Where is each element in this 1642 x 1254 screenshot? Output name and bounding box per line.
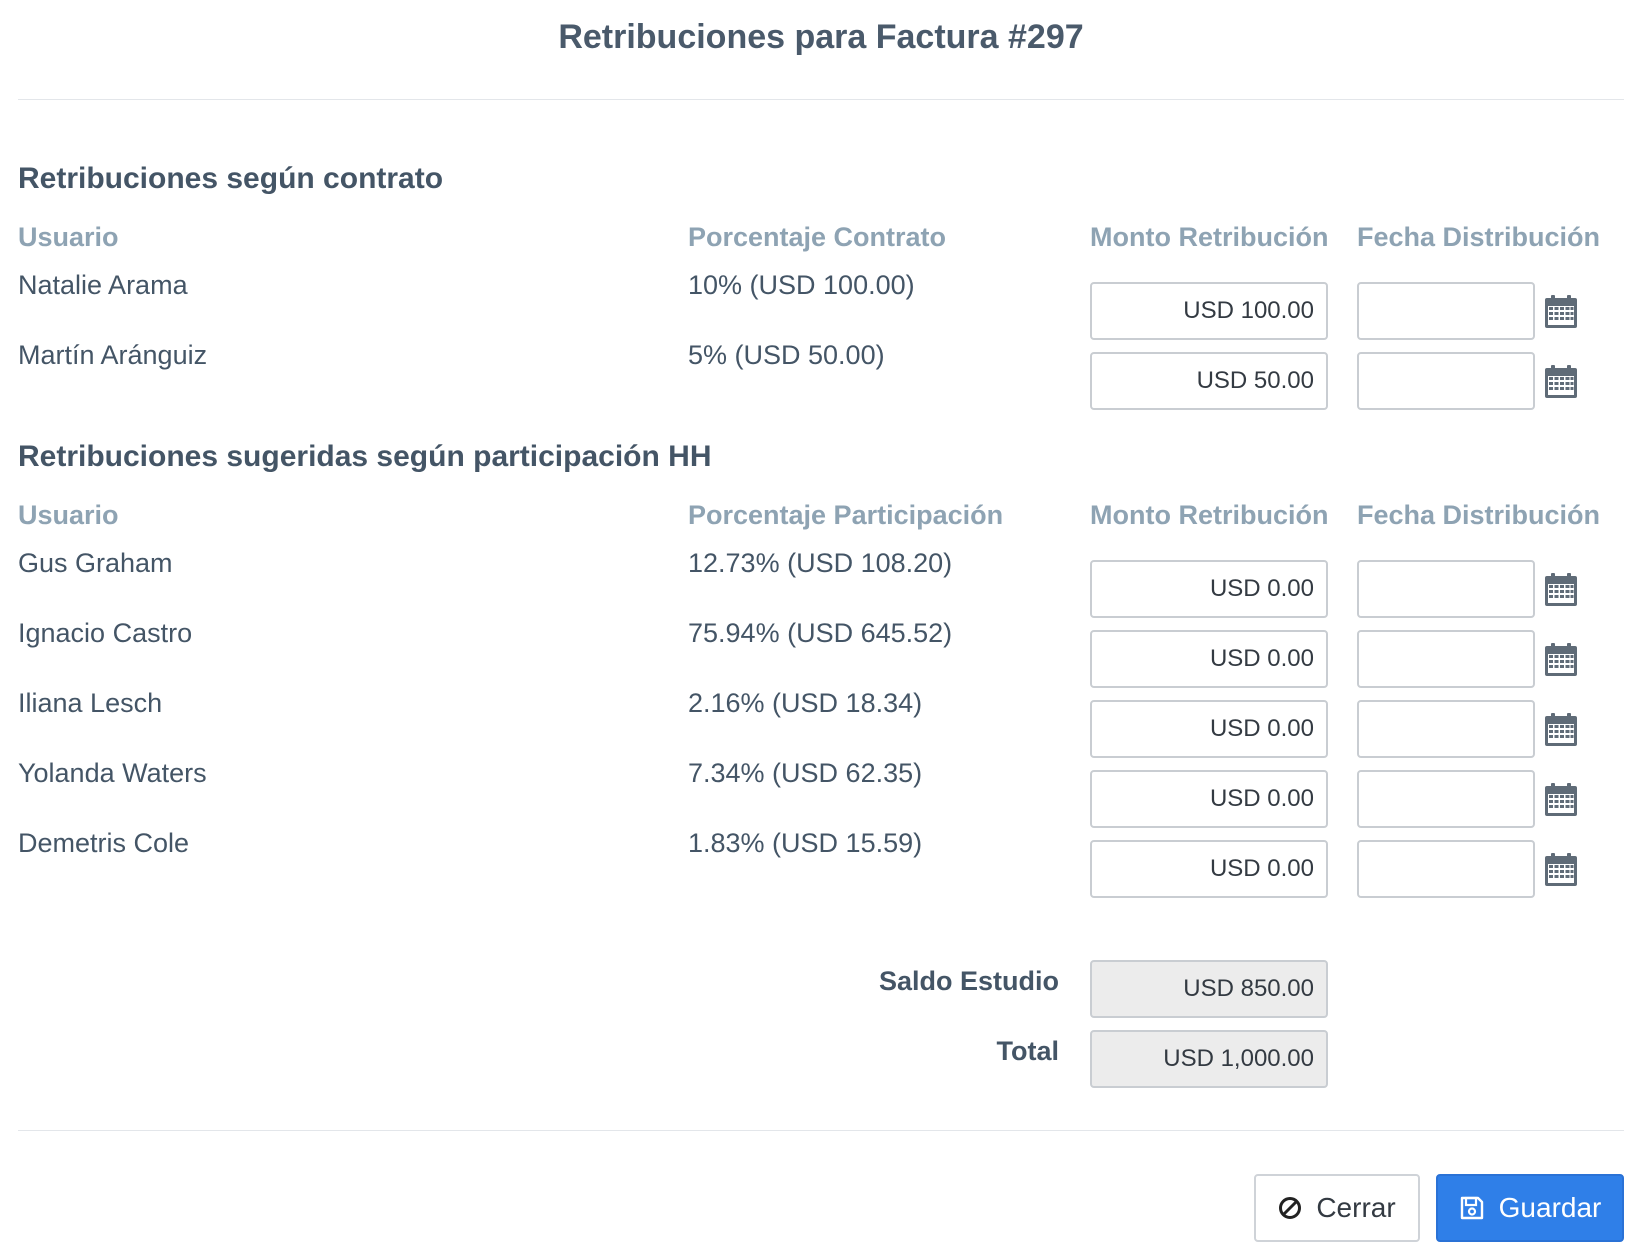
modal-title: Retribuciones para Factura #297 xyxy=(558,18,1084,56)
total-value-field xyxy=(1090,1030,1328,1088)
close-button-label: Cerrar xyxy=(1316,1192,1396,1223)
contract-row-percent: 5% (USD 50.00) xyxy=(688,340,885,370)
participation-header-date: Fecha Distribución xyxy=(1357,500,1601,530)
participation-row-percent: 1.83% (USD 15.59) xyxy=(688,828,923,858)
participation-row-amount-input[interactable] xyxy=(1090,840,1328,898)
calendar-icon[interactable] xyxy=(1544,853,1578,887)
participation-row-date-input[interactable] xyxy=(1357,630,1535,688)
participation-row-percent: 2.16% (USD 18.34) xyxy=(688,688,923,718)
participation-row-user: Iliana Lesch xyxy=(18,688,163,718)
contract-header-date: Fecha Distribución xyxy=(1357,222,1601,252)
calendar-icon[interactable] xyxy=(1544,713,1578,747)
participation-header-user: Usuario xyxy=(18,500,119,530)
participation-row-percent: 7.34% (USD 62.35) xyxy=(688,758,923,788)
participation-row-user: Gus Graham xyxy=(18,548,173,578)
balance-value-field xyxy=(1090,960,1328,1018)
footer-divider xyxy=(18,1130,1624,1131)
participation-row-date-input[interactable] xyxy=(1357,700,1535,758)
contract-header-user: Usuario xyxy=(18,222,119,252)
total-label: Total xyxy=(996,1036,1060,1066)
participation-row-user: Demetris Cole xyxy=(18,828,190,858)
contract-row-amount-input[interactable] xyxy=(1090,282,1328,340)
participation-row-percent: 75.94% (USD 645.52) xyxy=(688,618,953,648)
close-button[interactable]: Cerrar xyxy=(1254,1174,1420,1242)
participation-row-amount-input[interactable] xyxy=(1090,700,1328,758)
calendar-icon[interactable] xyxy=(1544,643,1578,677)
contract-row-user: Natalie Arama xyxy=(18,270,188,300)
participation-row-date-input[interactable] xyxy=(1357,770,1535,828)
contract-row-amount-input[interactable] xyxy=(1090,352,1328,410)
contract-row-date-input[interactable] xyxy=(1357,352,1535,410)
participation-section-title: Retribuciones sugeridas según participac… xyxy=(18,440,712,473)
contract-row-user: Martín Aránguiz xyxy=(18,340,208,370)
contract-header-amount: Monto Retribución xyxy=(1090,222,1329,252)
calendar-icon[interactable] xyxy=(1544,783,1578,817)
balance-label: Saldo Estudio xyxy=(878,966,1059,996)
calendar-icon[interactable] xyxy=(1544,295,1578,329)
floppy-disk-icon xyxy=(1460,1196,1483,1220)
participation-header-percent: Porcentaje Participación xyxy=(688,500,1004,530)
save-button-label: Guardar xyxy=(1498,1192,1602,1223)
contract-row-date-input[interactable] xyxy=(1357,282,1535,340)
participation-row-amount-input[interactable] xyxy=(1090,630,1328,688)
calendar-icon[interactable] xyxy=(1544,573,1578,607)
header-divider xyxy=(18,99,1624,100)
participation-header-amount: Monto Retribución xyxy=(1090,500,1329,530)
ban-icon xyxy=(1279,1197,1302,1219)
save-button[interactable]: Guardar xyxy=(1436,1174,1624,1242)
calendar-icon[interactable] xyxy=(1544,365,1578,399)
participation-row-percent: 12.73% (USD 108.20) xyxy=(688,548,953,578)
contract-row-percent: 10% (USD 100.00) xyxy=(688,270,915,300)
contract-section-title: Retribuciones según contrato xyxy=(18,162,444,195)
participation-row-amount-input[interactable] xyxy=(1090,770,1328,828)
contract-header-percent: Porcentaje Contrato xyxy=(688,222,947,252)
participation-row-user: Ignacio Castro xyxy=(18,618,193,648)
participation-row-date-input[interactable] xyxy=(1357,840,1535,898)
participation-row-user: Yolanda Waters xyxy=(18,758,207,788)
participation-row-date-input[interactable] xyxy=(1357,560,1535,618)
participation-row-amount-input[interactable] xyxy=(1090,560,1328,618)
